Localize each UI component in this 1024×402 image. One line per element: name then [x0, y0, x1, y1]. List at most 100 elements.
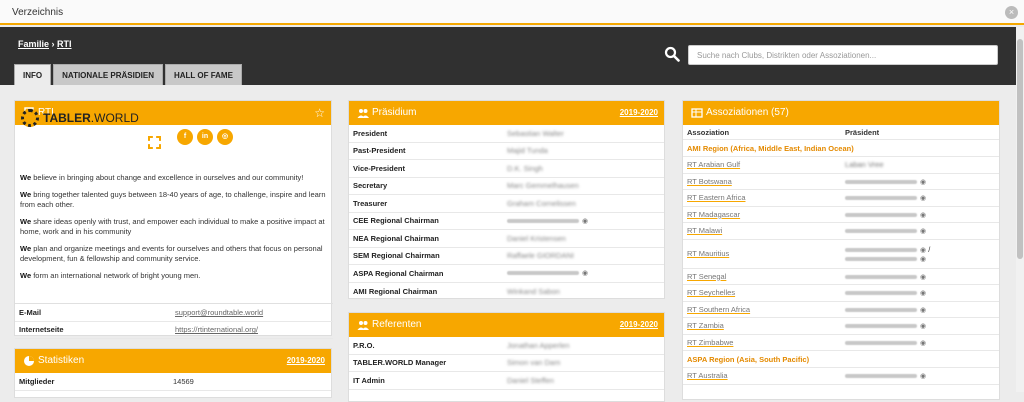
role-label: SEM Regional Chairman: [353, 251, 440, 261]
list-item: RT Zimbabwe ◉: [683, 335, 999, 351]
referenten-panel-title: Referenten: [372, 319, 422, 330]
description-paragraph: We believe in bringing about change and …: [20, 173, 304, 182]
redacted-name: [845, 247, 917, 252]
redacted-name: [845, 212, 917, 217]
eye-icon[interactable]: ◉: [920, 322, 926, 330]
search-input[interactable]: [688, 45, 998, 65]
table-row: Secretary Marc Gemmelhausen: [349, 178, 664, 195]
role-label: ASPA Regional Chairman: [353, 268, 444, 278]
linkedin-icon[interactable]: in: [197, 129, 213, 145]
assoc-link[interactable]: RT Senegal: [687, 272, 845, 281]
praesidium-panel-title: Präsidium: [372, 107, 417, 118]
eye-icon[interactable]: ◉: [582, 217, 588, 225]
praesidium-year[interactable]: 2019-2020: [620, 108, 658, 117]
description-paragraph: We share ideas openly with trust, and em…: [20, 216, 325, 237]
role-label: Treasurer: [353, 198, 388, 208]
assoc-link[interactable]: RT Zambia: [687, 321, 845, 330]
assoc-link[interactable]: RT Zimbabwe: [687, 338, 845, 347]
email-link[interactable]: support@roundtable.world: [175, 308, 263, 317]
rti-panel: RTI ☆ TABLER.WORLD f in ◎ We believe in …: [14, 100, 333, 339]
eye-icon[interactable]: ◉: [920, 227, 926, 235]
person-name[interactable]: Sebastian Walter: [507, 129, 564, 138]
assoc-table-header: Assoziation Präsident: [683, 125, 999, 140]
list-item: RT Eastern Africa ◉: [683, 190, 999, 207]
person-name[interactable]: Majid Tunda: [507, 146, 548, 155]
breadcrumb-rti[interactable]: RTI: [57, 39, 72, 49]
assoc-link[interactable]: RT Southern Africa: [687, 305, 845, 314]
person-name[interactable]: Marc Gemmelhausen: [507, 181, 579, 190]
person-name[interactable]: D.K. Singh: [507, 164, 543, 173]
table-row: IT Admin Daniel Steffen: [349, 372, 664, 390]
table-row: P.R.O. Jonathan Apperlen: [349, 337, 664, 355]
instagram-icon[interactable]: ◎: [217, 129, 233, 145]
tab-nationale-praesidien[interactable]: NATIONALE PRÄSIDIEN: [53, 64, 163, 85]
eye-icon[interactable]: ◉: [920, 255, 926, 263]
person-name[interactable]: Daniel Kristensen: [507, 234, 566, 243]
rti-contact-table: E-Mail support@roundtable.world Internets…: [15, 303, 333, 339]
search-icon[interactable]: [664, 46, 680, 62]
eye-icon[interactable]: ◉: [920, 246, 926, 254]
president-name[interactable]: Laban Vree: [845, 160, 999, 169]
person-name[interactable]: Graham Cornelissen: [507, 199, 576, 208]
assoc-link[interactable]: RT Malawi: [687, 226, 845, 235]
eye-icon[interactable]: ◉: [920, 306, 926, 314]
eye-icon[interactable]: ◉: [582, 269, 588, 277]
web-link[interactable]: https://rtinternational.org/: [175, 325, 258, 334]
tab-info[interactable]: INFO: [14, 64, 52, 85]
scrollbar-thumb[interactable]: [1017, 39, 1023, 259]
eye-icon[interactable]: ◉: [920, 289, 926, 297]
stats-panel-header: Statistiken 2019-2020: [15, 349, 331, 373]
eye-icon[interactable]: ◉: [920, 178, 926, 186]
redacted-name: [845, 291, 917, 296]
tabler-world-logo: TABLER.WORLD: [21, 109, 139, 127]
redacted-name: [845, 256, 917, 261]
assoc-link[interactable]: RT Seychelles: [687, 288, 845, 297]
assoc-link[interactable]: RT Arabian Gulf: [687, 160, 845, 169]
person-name[interactable]: Winkand Sabon: [507, 287, 560, 296]
column-header-praesident[interactable]: Präsident: [845, 128, 879, 137]
referenten-panel-header: Referenten 2019-2020: [349, 313, 664, 337]
referenten-year[interactable]: 2019-2020: [620, 320, 658, 329]
list-item: RT Zambia ◉: [683, 318, 999, 335]
users-icon: [357, 321, 369, 330]
members-label: Mitglieder: [19, 376, 55, 386]
assoc-link[interactable]: RT Eastern Africa: [687, 193, 845, 202]
eye-icon[interactable]: ◉: [920, 372, 926, 380]
eye-icon[interactable]: ◉: [920, 211, 926, 219]
eye-icon[interactable]: ◉: [920, 339, 926, 347]
close-icon[interactable]: ×: [1005, 6, 1018, 19]
redacted-name: [845, 229, 917, 234]
assoc-link[interactable]: RT Mauritius: [687, 249, 845, 258]
list-item: RT Madagascar ◉: [683, 207, 999, 223]
breadcrumb: Familie › RTI: [18, 39, 72, 49]
person-name[interactable]: Jonathan Apperlen: [507, 341, 570, 350]
table-row: NEA Regional Chairman Daniel Kristensen: [349, 230, 664, 248]
tab-hall-of-fame[interactable]: HALL OF FAME: [164, 64, 242, 85]
assoc-link[interactable]: RT Botswana: [687, 177, 845, 186]
facebook-icon[interactable]: f: [177, 129, 193, 145]
stats-year[interactable]: 2019-2020: [287, 356, 325, 365]
eye-icon[interactable]: ◉: [920, 273, 926, 281]
scrollbar[interactable]: [1016, 27, 1024, 392]
person-name[interactable]: Raffaele GIORDANI: [507, 251, 574, 260]
region-header: AMI Region (Africa, Middle East, Indian …: [683, 140, 999, 157]
description-paragraph: We form an international network of brig…: [20, 270, 201, 280]
person-name[interactable]: Simon van Dam: [507, 358, 560, 367]
table-row: Vice-President D.K. Singh: [349, 160, 664, 178]
redacted-name: [845, 196, 917, 201]
column-header-assoziation[interactable]: Assoziation: [687, 128, 845, 137]
referenten-panel: Referenten 2019-2020 P.R.O. Jonathan Appe…: [348, 312, 665, 402]
assoc-link[interactable]: RT Madagascar: [687, 210, 845, 219]
eye-icon[interactable]: ◉: [920, 194, 926, 202]
redacted-name: [845, 374, 917, 379]
star-icon[interactable]: ☆: [314, 106, 325, 120]
breadcrumb-familie[interactable]: Familie: [18, 39, 49, 49]
window-titlebar: Verzeichnis ×: [0, 0, 1024, 25]
redacted-name: [845, 179, 917, 184]
users-icon: [357, 109, 369, 118]
role-label: President: [353, 128, 388, 138]
description-paragraph: We plan and organize meetings and events…: [20, 243, 323, 264]
assoc-link[interactable]: RT Australia: [687, 371, 845, 380]
person-name[interactable]: Daniel Steffen: [507, 376, 554, 385]
assoziationen-panel-header: Assoziationen (57): [683, 101, 999, 125]
